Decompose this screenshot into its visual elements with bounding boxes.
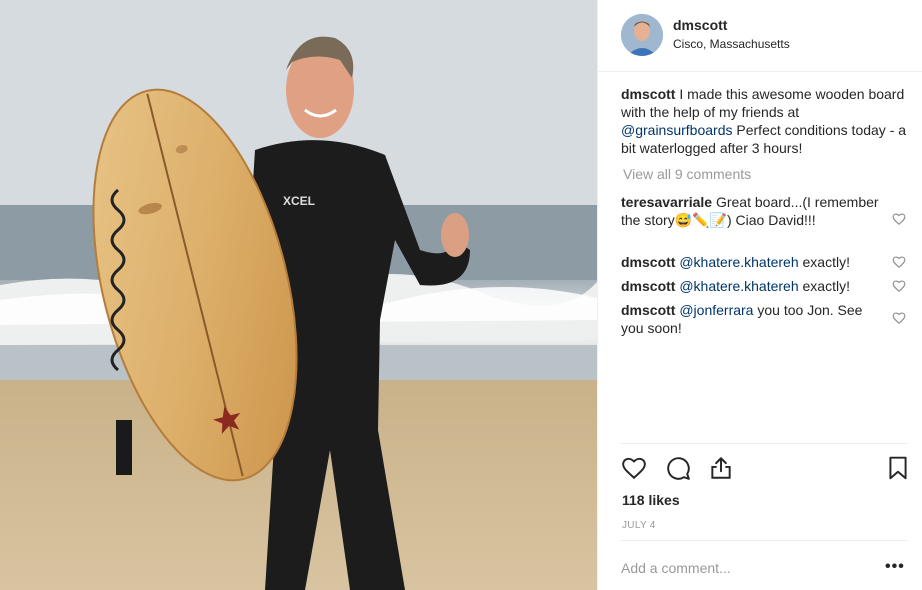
share-icon[interactable] <box>708 455 734 481</box>
comment-username[interactable]: dmscott <box>621 302 675 318</box>
photo-scene: XCEL <box>0 0 597 590</box>
header-location[interactable]: Cisco, Massachusetts <box>673 37 790 51</box>
post-photo[interactable]: XCEL <box>0 0 597 590</box>
more-options-icon[interactable]: ••• <box>885 558 905 576</box>
comment-mention[interactable]: @khatere.khatereh <box>679 254 798 270</box>
heart-icon[interactable] <box>621 455 647 481</box>
comment-mention[interactable]: @jonferrara <box>679 302 753 318</box>
post-header: dmscott Cisco, Massachusetts <box>598 0 922 72</box>
divider <box>621 540 907 541</box>
comment-username[interactable]: dmscott <box>621 254 675 270</box>
instagram-post: XCEL dmscott Cisco, Massachusetts dmscot… <box>0 0 922 590</box>
comment-text: exactly! <box>798 278 850 294</box>
comment-username[interactable]: teresavarriale <box>621 194 712 210</box>
comment-mention[interactable]: @khatere.khatereh <box>679 278 798 294</box>
caption-username[interactable]: dmscott <box>621 86 675 102</box>
bookmark-icon[interactable] <box>885 455 911 481</box>
view-all-comments-link[interactable]: View all 9 comments <box>623 166 751 182</box>
comment-item: teresavarriale Great board...(I remember… <box>621 193 883 229</box>
add-comment-input[interactable] <box>621 556 861 580</box>
comment-bubble-icon[interactable] <box>665 455 691 481</box>
heart-icon[interactable] <box>892 255 906 269</box>
avatar[interactable] <box>621 14 663 56</box>
heart-icon[interactable] <box>892 279 906 293</box>
comment-item: dmscott @khatere.khatereh exactly! <box>621 253 883 271</box>
avatar-image <box>621 14 663 56</box>
comment-item: dmscott @jonferrara you too Jon. See you… <box>621 301 883 337</box>
heart-icon[interactable] <box>892 212 906 226</box>
caption-mention[interactable]: @grainsurfboards <box>621 122 733 138</box>
comment-item: dmscott @khatere.khatereh exactly! <box>621 277 883 295</box>
post-side-panel: dmscott Cisco, Massachusetts dmscott I m… <box>597 0 922 590</box>
wetsuit-logo: XCEL <box>283 194 315 208</box>
comment-text: exactly! <box>798 254 850 270</box>
heart-icon[interactable] <box>892 311 906 325</box>
post-caption: dmscott I made this awesome wooden board… <box>621 85 911 157</box>
comment-username[interactable]: dmscott <box>621 278 675 294</box>
divider <box>621 443 907 444</box>
post-date[interactable]: JULY 4 <box>622 520 656 531</box>
likes-count[interactable]: 118 likes <box>622 492 680 508</box>
header-username[interactable]: dmscott <box>673 17 727 33</box>
